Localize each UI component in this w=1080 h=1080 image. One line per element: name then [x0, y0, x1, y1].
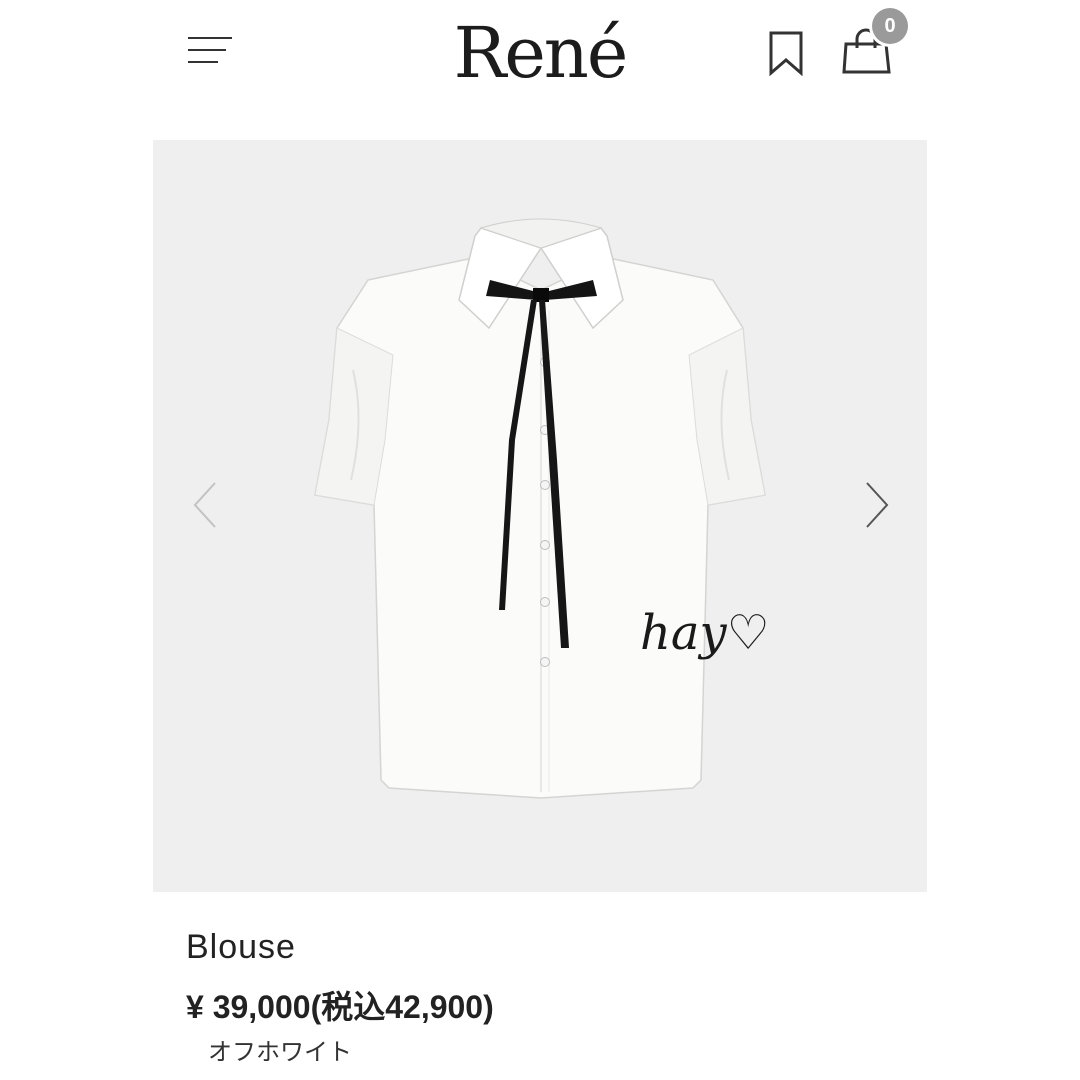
product-name: Blouse: [186, 928, 296, 966]
watermark-text: hay♡: [640, 605, 770, 661]
chevron-right-icon: [866, 482, 889, 528]
product-price: ¥ 39,000(税込42,900): [186, 989, 494, 1025]
product-gallery[interactable]: [153, 140, 927, 892]
cart-count-badge: 0: [872, 8, 908, 44]
menu-icon: [188, 37, 232, 63]
next-image-button[interactable]: [862, 480, 892, 530]
bookmark-button[interactable]: [768, 30, 804, 77]
bookmark-icon: [769, 31, 803, 77]
previous-image-button[interactable]: [190, 480, 220, 530]
product-image: [314, 218, 766, 799]
brand-logo[interactable]: René: [440, 8, 640, 98]
chevron-left-icon: [193, 482, 216, 528]
menu-button[interactable]: [188, 36, 234, 66]
site-header: René 0: [0, 0, 1080, 110]
product-color-name: オフホワイト: [208, 1038, 352, 1066]
